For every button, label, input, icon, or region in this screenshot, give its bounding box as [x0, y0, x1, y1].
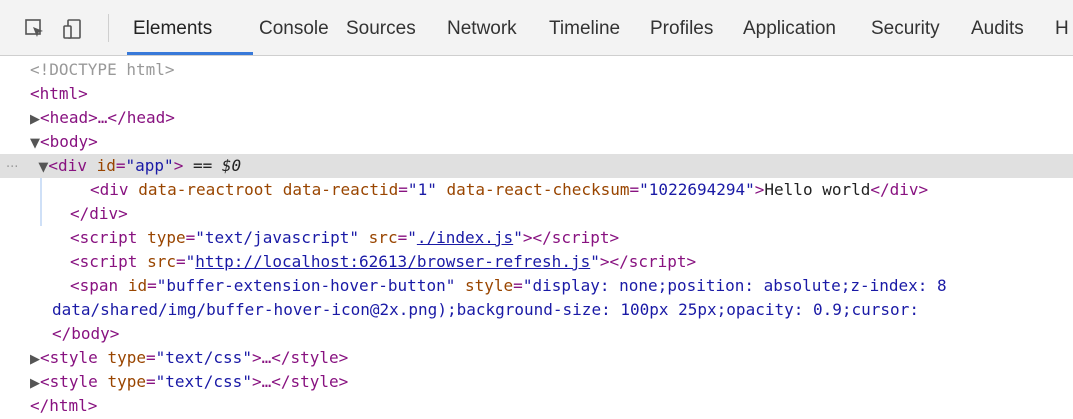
- tab-application[interactable]: Application: [743, 17, 836, 41]
- selection-marker: == $0: [192, 156, 242, 175]
- toolbar-separator: [108, 14, 109, 42]
- dom-line-div-close[interactable]: </div>: [0, 202, 1073, 226]
- dom-line-head[interactable]: ▶<head>…</head>: [0, 106, 1073, 130]
- tab-profiles[interactable]: Profiles: [650, 17, 713, 41]
- collapse-arrow-icon[interactable]: ▼: [30, 136, 40, 151]
- dom-line-span-cont[interactable]: data/shared/img/buffer-hover-icon@2x.png…: [0, 298, 1073, 322]
- dom-line-react-div[interactable]: <div data-reactroot data-reactid="1" dat…: [0, 178, 1073, 202]
- dom-line-div-app-selected[interactable]: ··· ▼<div id="app"> == $0: [0, 154, 1073, 178]
- expand-arrow-icon[interactable]: ▶: [30, 352, 40, 367]
- dom-line-body-close[interactable]: </body>: [0, 322, 1073, 346]
- dom-line-style-1[interactable]: ▶<style type="text/css">…</style>: [0, 346, 1073, 370]
- tab-network[interactable]: Network: [447, 17, 517, 41]
- expand-arrow-icon[interactable]: ▶: [30, 376, 40, 391]
- dom-line-style-2[interactable]: ▶<style type="text/css">…</style>: [0, 370, 1073, 394]
- dom-line-script-index[interactable]: <script type="text/javascript" src="./in…: [0, 226, 1073, 250]
- dom-line-script-refresh[interactable]: <script src="http://localhost:62613/brow…: [0, 250, 1073, 274]
- dom-line-span[interactable]: <span id="buffer-extension-hover-button"…: [0, 274, 1073, 298]
- tab-audits[interactable]: Audits: [971, 17, 1024, 41]
- dom-line-body-open[interactable]: ▼<body>: [0, 130, 1073, 154]
- dom-line-html-open[interactable]: <html>: [0, 82, 1073, 106]
- dom-tree: <!DOCTYPE html> <html> ▶<head>…</head> ▼…: [0, 56, 1073, 419]
- inspect-element-icon[interactable]: [24, 18, 46, 40]
- dom-line-doctype[interactable]: <!DOCTYPE html>: [0, 58, 1073, 82]
- script-src-link[interactable]: http://localhost:62613/browser-refresh.j…: [195, 252, 590, 271]
- dom-line-html-close[interactable]: </html>: [0, 394, 1073, 418]
- tab-sources[interactable]: Sources: [346, 17, 416, 41]
- collapse-arrow-icon[interactable]: ▼: [38, 160, 48, 175]
- tab-elements[interactable]: Elements: [133, 17, 212, 41]
- tab-overflow[interactable]: H: [1055, 17, 1069, 41]
- active-tab-indicator: [127, 52, 253, 55]
- device-mode-icon[interactable]: [62, 18, 84, 40]
- expand-arrow-icon[interactable]: ▶: [30, 112, 40, 127]
- selected-node-guide: [40, 178, 42, 226]
- tab-console[interactable]: Console: [259, 17, 329, 41]
- tab-timeline[interactable]: Timeline: [549, 17, 620, 41]
- devtools-toolbar: Elements Console Sources Network Timelin…: [0, 0, 1073, 56]
- more-actions-icon[interactable]: ···: [0, 160, 18, 175]
- tab-security[interactable]: Security: [871, 17, 940, 41]
- script-src-link[interactable]: ./index.js: [417, 228, 513, 247]
